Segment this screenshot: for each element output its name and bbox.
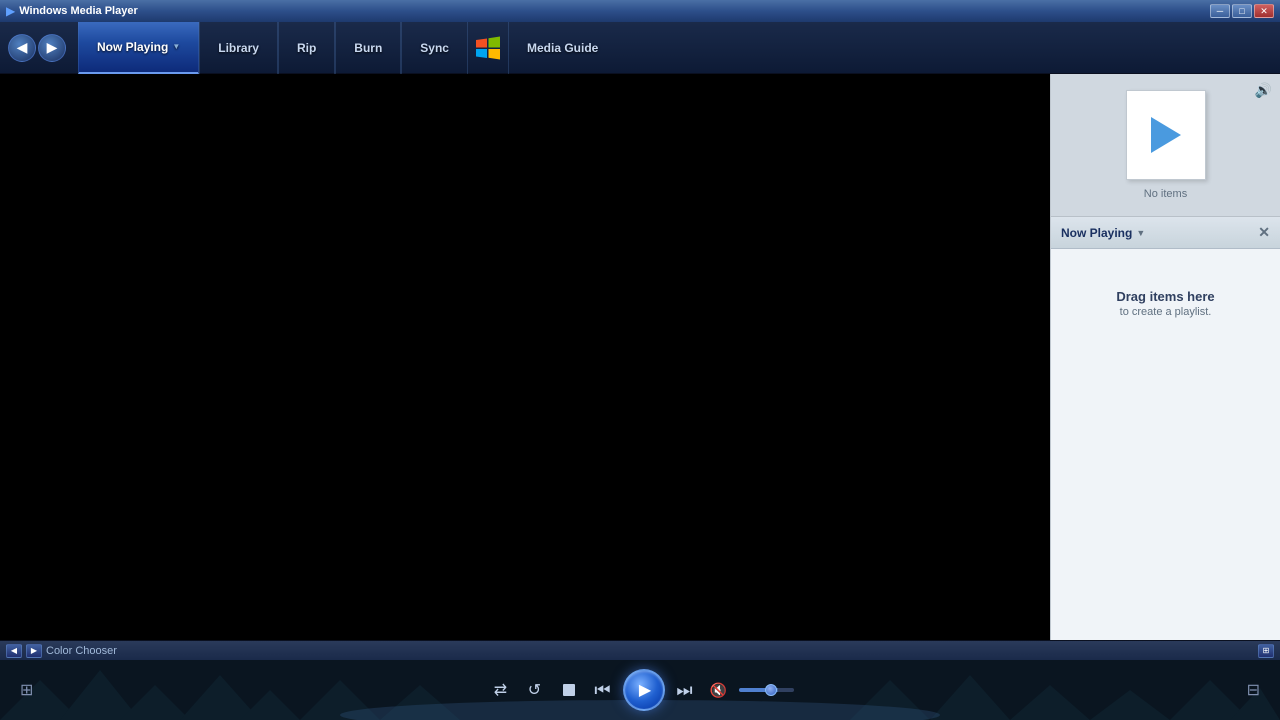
minimize-button[interactable]: ─ [1210,4,1230,18]
forward-button[interactable]: ▶ [38,34,66,62]
play-button[interactable]: ▶ [623,669,665,711]
navbar: ◀ ▶ Now Playing ▼ Library Rip Burn Sync … [0,22,1280,74]
close-button[interactable]: ✕ [1254,4,1274,18]
titlebar-left: ▶ Windows Media Player [6,4,138,18]
titlebar-controls: ─ □ ✕ [1210,4,1274,18]
next-button[interactable]: ⏭ [671,676,699,704]
tab-media-guide[interactable]: Media Guide [508,22,616,74]
speaker-icon: 🔊 [1255,82,1272,99]
no-items-label: No items [1144,188,1187,200]
status-prev-button[interactable]: ◀ [6,644,22,658]
controls-bar: ⊞ ⇄ ↺ ⏮ ▶ ⏭ 🔇 ⊟ [0,660,1280,720]
now-playing-arrow: ▼ [172,42,180,51]
media-thumbnail [1126,90,1206,180]
playlist-arrow-icon: ▼ [1136,228,1145,238]
previous-button[interactable]: ⏮ [589,676,617,704]
controls-right: ⊟ [1247,680,1260,700]
status-bar: ◀ ▶ Color Chooser ⊞ [0,640,1280,660]
controls-content: ⊞ ⇄ ↺ ⏮ ▶ ⏭ 🔇 ⊟ [0,660,1280,720]
status-next-button[interactable]: ▶ [26,644,42,658]
main-content: 🔊 No items Now Playing ▼ ✕ Drag items he… [0,74,1280,640]
maximize-button[interactable]: □ [1232,4,1252,18]
windows-logo-button[interactable] [468,34,508,62]
status-expand-button[interactable]: ⊞ [1258,644,1274,658]
playlist-close-button[interactable]: ✕ [1258,224,1270,241]
settings-icon[interactable]: ⊞ [20,680,33,700]
controls-left: ⊞ [20,680,33,700]
tab-now-playing[interactable]: Now Playing ▼ [78,22,199,74]
drag-here-text: Drag items here [1116,289,1214,304]
playlist-header: Now Playing ▼ ✕ [1051,217,1280,249]
nav-arrows: ◀ ▶ [8,34,66,62]
repeat-button[interactable]: ↺ [521,676,549,704]
play-icon [1151,117,1181,153]
titlebar-title: Windows Media Player [19,5,138,17]
titlebar: ▶ Windows Media Player ─ □ ✕ [0,0,1280,22]
back-button[interactable]: ◀ [8,34,36,62]
thumbnail-area: 🔊 No items [1051,74,1280,217]
playlist-title-button[interactable]: Now Playing ▼ [1061,226,1145,240]
volume-slider[interactable] [739,688,794,692]
drag-sub-text: to create a playlist. [1120,306,1212,318]
status-text: Color Chooser [46,645,1254,657]
mute-button[interactable]: 🔇 [705,676,733,704]
tab-rip[interactable]: Rip [278,22,335,74]
tab-burn[interactable]: Burn [335,22,401,74]
stop-button[interactable] [555,676,583,704]
right-panel: 🔊 No items Now Playing ▼ ✕ Drag items he… [1050,74,1280,640]
fullscreen-icon[interactable]: ⊟ [1247,680,1260,700]
video-area [0,74,1050,640]
tab-library[interactable]: Library [199,22,278,74]
shuffle-button[interactable]: ⇄ [487,676,515,704]
tab-sync[interactable]: Sync [401,22,468,74]
playlist-content: Drag items here to create a playlist. [1051,249,1280,640]
app-icon: ▶ [6,4,15,18]
